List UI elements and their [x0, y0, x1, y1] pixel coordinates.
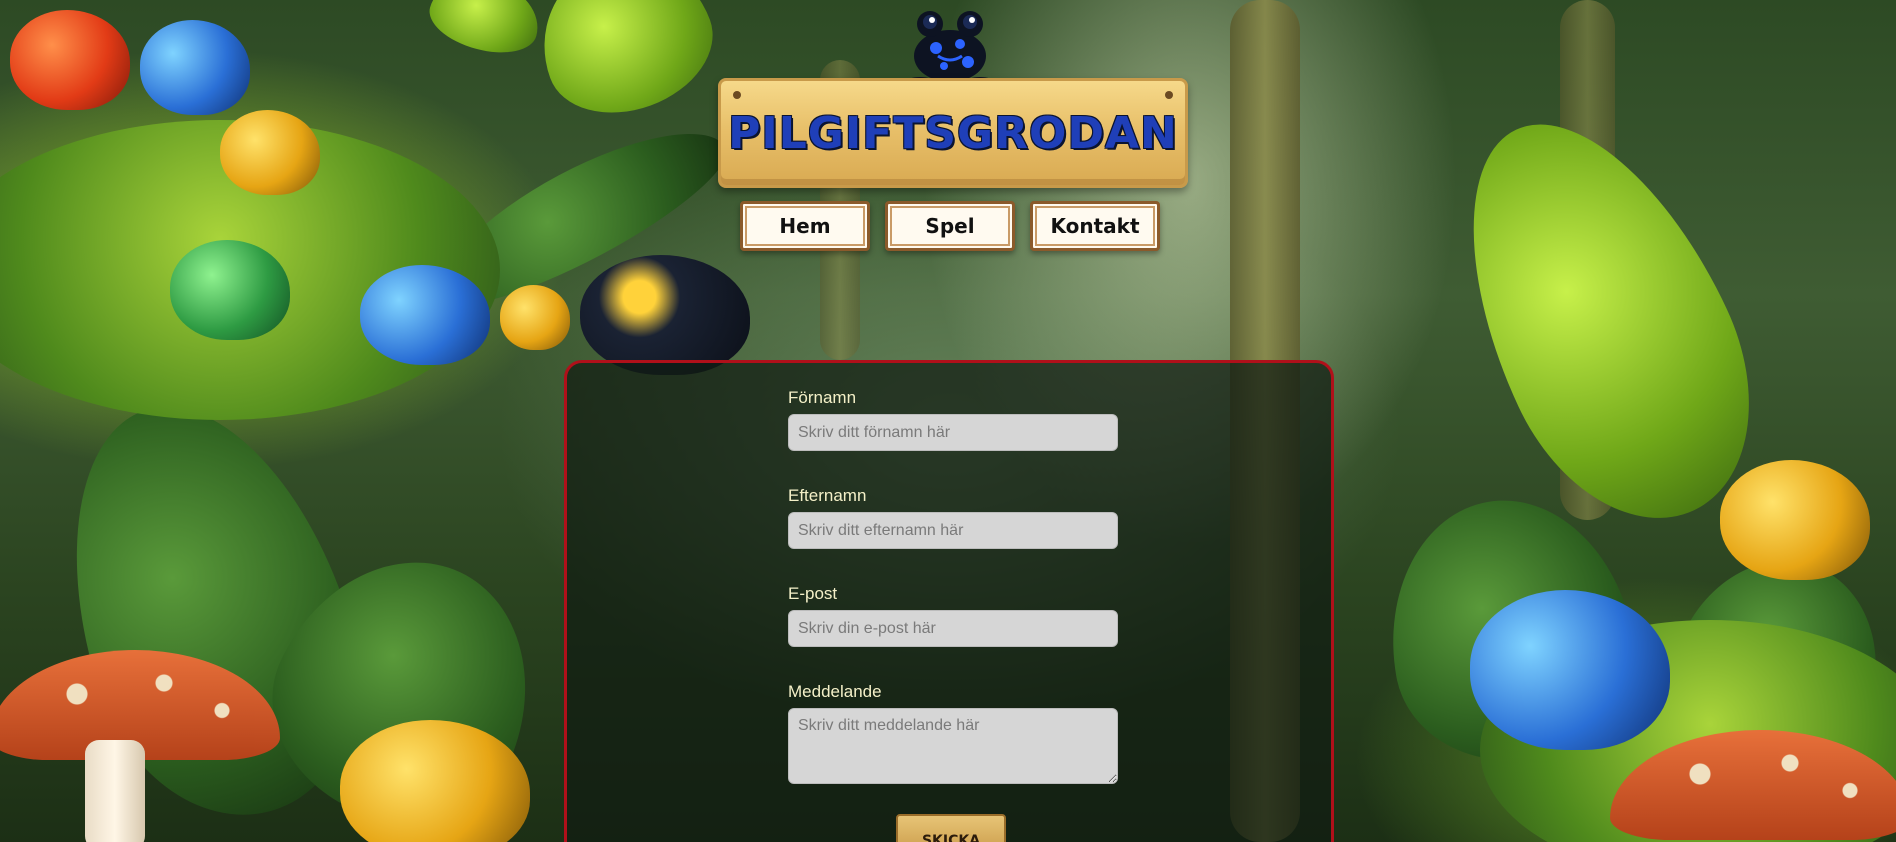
message-textarea[interactable] — [788, 708, 1118, 784]
last-name-group: Efternamn — [788, 486, 1118, 549]
frog-illustration — [580, 255, 750, 375]
last-name-input[interactable] — [788, 512, 1118, 549]
submit-button[interactable]: SKICKA — [896, 814, 1006, 842]
email-group: E-post — [788, 584, 1118, 647]
main-nav: Hem Spel Kontakt — [740, 201, 1160, 251]
poison-dart-frog-icon — [906, 11, 994, 87]
frog-illustration — [360, 265, 490, 365]
frog-illustration — [220, 110, 320, 195]
contact-form: Förnamn Efternamn E-post Meddelande SKIC… — [564, 360, 1334, 842]
nav-kontakt[interactable]: Kontakt — [1030, 201, 1160, 251]
frog-illustration — [10, 10, 130, 110]
nav-hem[interactable]: Hem — [740, 201, 870, 251]
frog-illustration — [500, 285, 570, 350]
site-title: PILGIFTSGRODAN — [728, 107, 1178, 159]
first-name-group: Förnamn — [788, 388, 1118, 451]
frog-illustration — [1720, 460, 1870, 580]
first-name-input[interactable] — [788, 414, 1118, 451]
message-label: Meddelande — [788, 682, 882, 701]
nav-spel[interactable]: Spel — [885, 201, 1015, 251]
leaf — [422, 0, 548, 64]
frog-illustration — [140, 20, 250, 115]
site-header: PILGIFTSGRODAN — [718, 4, 1188, 188]
frog-illustration — [1470, 590, 1670, 750]
leaf — [519, 0, 731, 135]
message-group: Meddelande — [788, 682, 1118, 788]
logo-sign: PILGIFTSGRODAN — [718, 78, 1188, 188]
email-label: E-post — [788, 584, 838, 603]
last-name-label: Efternamn — [788, 486, 867, 505]
first-name-label: Förnamn — [788, 388, 857, 407]
email-input[interactable] — [788, 610, 1118, 647]
mushroom-stem — [85, 740, 145, 842]
frog-illustration — [170, 240, 290, 340]
